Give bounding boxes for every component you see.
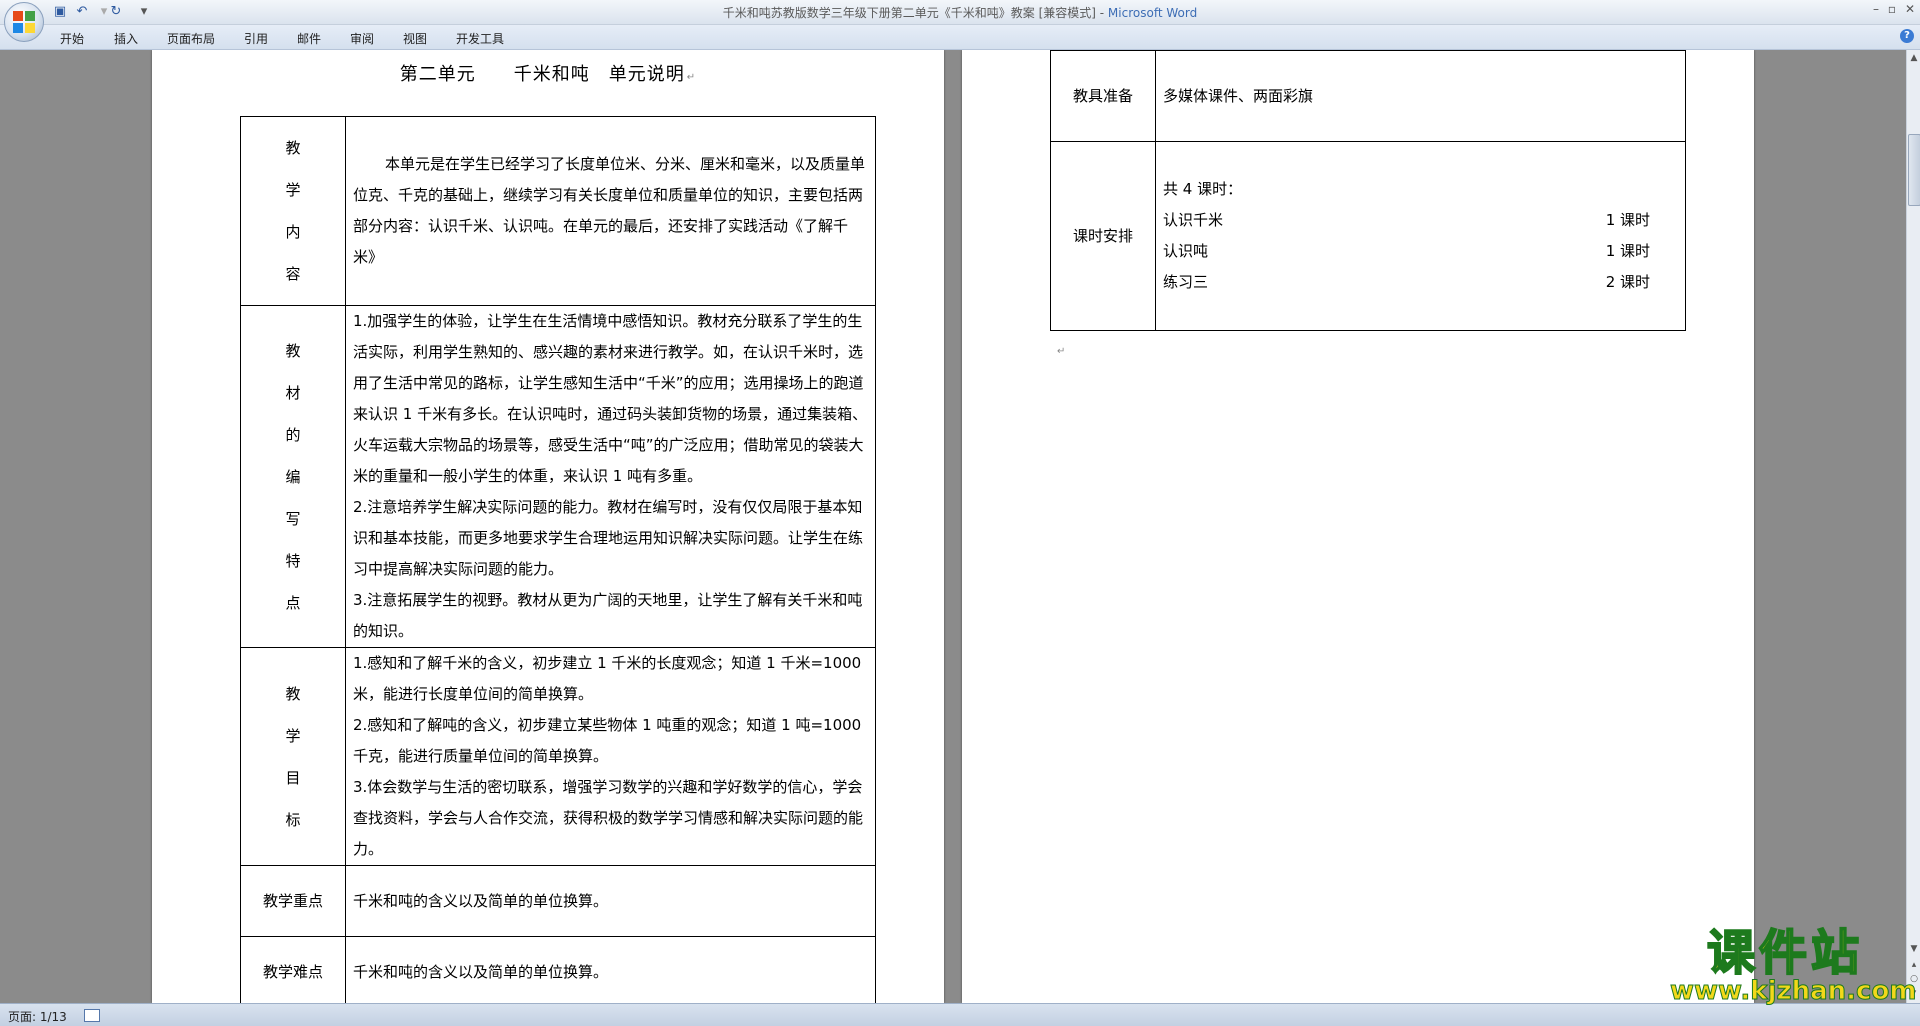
table-row: 课时安排 共 4 课时： 认识千米 1 课时 认识吨 1 课时 练习三 2 课时 <box>1050 141 1686 331</box>
tab-mailings[interactable]: 邮件 <box>297 30 321 47</box>
office-button[interactable] <box>4 2 44 42</box>
feature-paragraph: 2.注意培养学生解决实际问题的能力。教材在编写时，没有仅仅局限于基本知识和基本技… <box>353 498 864 578</box>
table-row: 教 学 目 标 1.感知和了解千米的含义，初步建立 1 千米的长度观念；知道 1… <box>240 647 876 866</box>
table-row: 教具准备 多媒体课件、两面彩旗 <box>1050 50 1686 142</box>
features-cell[interactable]: 1.加强学生的体验，让学生在生活情境中感悟知识。教材充分联系了学生的生活实际，利… <box>345 305 876 648</box>
scroll-up-icon[interactable]: ▲ <box>1908 52 1920 64</box>
goal-paragraph: 3.体会数学与生活的密切联系，增强学习数学的兴趣和学好数学的信心，学会查找资料，… <box>353 778 864 858</box>
table-row: 教 材 的 编 写 特 点 1.加强学生的体验，让学生在生活情境中感悟知识。教材… <box>240 305 876 648</box>
list-item: 认识吨 1 课时 <box>1163 242 1650 260</box>
key-cell[interactable]: 千米和吨的含义以及简单的单位换算。 <box>345 865 876 937</box>
row-label-goals: 教 学 目 标 <box>240 647 346 866</box>
title-bar: ▣ ↶ ▾ ↻ ▾ 千米和吨苏教版数学三年级下册第二单元《千米和吨》教案 [兼容… <box>0 0 1920 25</box>
page-count[interactable]: 页面: 1/13 <box>8 1008 67 1025</box>
list-item: 认识千米 1 课时 <box>1163 211 1650 229</box>
tab-references[interactable]: 引用 <box>244 30 268 47</box>
window-title: 千米和吨苏教版数学三年级下册第二单元《千米和吨》教案 [兼容模式] - Micr… <box>0 4 1920 21</box>
schedule-cell[interactable]: 共 4 课时： 认识千米 1 课时 认识吨 1 课时 练习三 2 课时 <box>1155 141 1686 331</box>
tab-insert[interactable]: 插入 <box>114 30 138 47</box>
feature-paragraph: 3.注意拓展学生的视野。教材从更为广阔的天地里，让学生了解有关千米和吨的知识。 <box>353 591 863 640</box>
page-2: 教具准备 多媒体课件、两面彩旗 课时安排 共 4 课时： 认识千米 1 课时 认识… <box>962 50 1754 1003</box>
row-label-features: 教 材 的 编 写 特 点 <box>240 305 346 648</box>
table-row: 教学难点 千米和吨的含义以及简单的单位换算。 <box>240 936 876 1003</box>
status-bar: 页面: 1/13 <box>0 1003 1920 1026</box>
row-label-prep: 教具准备 <box>1050 50 1156 142</box>
maximize-icon[interactable]: ▫ <box>1882 2 1902 16</box>
proofing-icon[interactable] <box>84 1009 100 1022</box>
document-area: 第二单元 千米和吨 单元说明 ↵ 教 学 内 容 本单元是在学生已经学习了长度单位… <box>0 50 1906 1003</box>
prep-cell[interactable]: 多媒体课件、两面彩旗 <box>1155 50 1686 142</box>
row-label-schedule: 课时安排 <box>1050 141 1156 331</box>
vertical-scrollbar[interactable]: ▲ ▼ ▴ ○ ▾ <box>1906 50 1920 1003</box>
row-label-difficulty: 教学难点 <box>240 936 346 1003</box>
content-cell[interactable]: 本单元是在学生已经学习了长度单位米、分米、厘米和毫米，以及质量单位克、千克的基础… <box>345 116 876 306</box>
goal-paragraph: 1.感知和了解千米的含义，初步建立 1 千米的长度观念；知道 1 千米=1000… <box>353 654 862 703</box>
content-text: 本单元是在学生已经学习了长度单位米、分米、厘米和毫米，以及质量单位克、千克的基础… <box>353 155 866 266</box>
paragraph-mark-icon: ↵ <box>1057 346 1066 357</box>
previous-page-icon[interactable]: ▴ <box>1908 959 1920 971</box>
difficulty-cell[interactable]: 千米和吨的含义以及简单的单位换算。 <box>345 936 876 1003</box>
row-label-key: 教学重点 <box>240 865 346 937</box>
scroll-thumb[interactable] <box>1908 134 1920 206</box>
unit-table: 教 学 内 容 本单元是在学生已经学习了长度单位米、分米、厘米和毫米，以及质量单… <box>240 116 876 1003</box>
tab-view[interactable]: 视图 <box>403 30 427 47</box>
goals-cell[interactable]: 1.感知和了解千米的含义，初步建立 1 千米的长度观念；知道 1 千米=1000… <box>345 647 876 866</box>
close-icon[interactable]: ✕ <box>1900 2 1920 16</box>
watermark-url: www.kjzhan.com <box>1670 976 1917 1006</box>
tab-review[interactable]: 审阅 <box>350 30 374 47</box>
page-title: 第二单元 千米和吨 单元说明 ↵ <box>399 64 697 85</box>
goal-paragraph: 2.感知和了解吨的含义，初步建立某些物体 1 吨重的观念；知道 1 吨=1000… <box>353 716 862 765</box>
office-logo-icon <box>13 11 35 33</box>
watermark-text: 课件站 <box>1706 924 1863 982</box>
tab-developer[interactable]: 开发工具 <box>456 30 504 47</box>
schedule-table: 教具准备 多媒体课件、两面彩旗 课时安排 共 4 课时： 认识千米 1 课时 认识… <box>1050 50 1686 331</box>
tab-page-layout[interactable]: 页面布局 <box>167 30 215 47</box>
tab-home[interactable]: 开始 <box>60 30 84 47</box>
watermark-logo: 课件站 www.kjzhan.com <box>1670 924 1917 1006</box>
ribbon-tabs: 开始 插入 页面布局 引用 邮件 审阅 视图 开发工具 ? <box>0 25 1920 50</box>
table-row: 教 学 内 容 本单元是在学生已经学习了长度单位米、分米、厘米和毫米，以及质量单… <box>240 116 876 306</box>
scroll-down-icon[interactable]: ▼ <box>1908 943 1920 955</box>
help-icon[interactable]: ? <box>1900 29 1914 43</box>
list-item: 练习三 2 课时 <box>1163 273 1650 291</box>
document-name: 千米和吨苏教版数学三年级下册第二单元《千米和吨》教案 [兼容模式] - <box>722 6 1108 20</box>
table-row: 教学重点 千米和吨的含义以及简单的单位换算。 <box>240 865 876 937</box>
app-name: Microsoft Word <box>1107 6 1198 20</box>
schedule-total: 共 4 课时： <box>1163 180 1243 198</box>
row-label-content: 教 学 内 容 <box>240 116 346 306</box>
page-1: 第二单元 千米和吨 单元说明 ↵ 教 学 内 容 本单元是在学生已经学习了长度单位… <box>152 50 944 1003</box>
feature-paragraph: 1.加强学生的体验，让学生在生活情境中感悟知识。教材充分联系了学生的生活实际，利… <box>353 312 868 485</box>
